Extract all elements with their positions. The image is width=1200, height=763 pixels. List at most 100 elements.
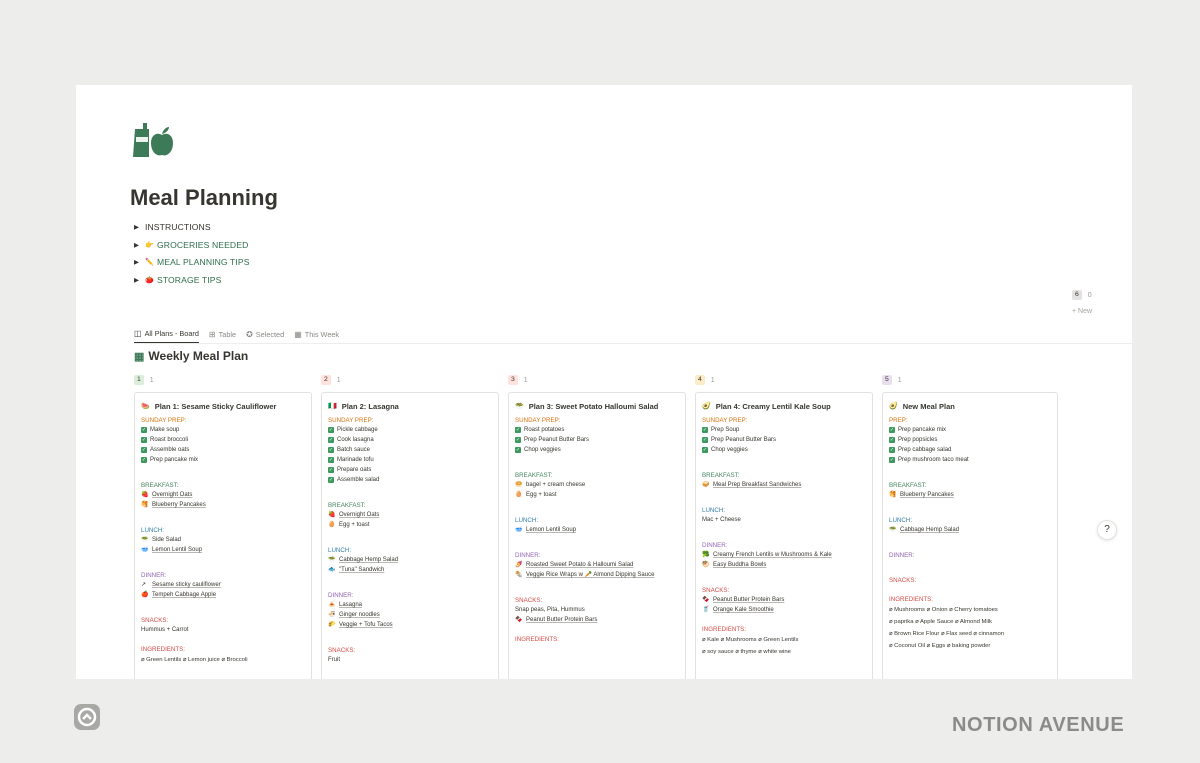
- meal-link[interactable]: 🍓 Overnight Oats: [328, 510, 492, 520]
- meal-link[interactable]: 🐟 "Tuna" Sandwich: [328, 565, 492, 575]
- board-column-2: 2 1 🇮🇹 Plan 2: Lasagna SUNDAY PREP: ✓ Pickle c…: [321, 373, 499, 679]
- meal-link[interactable]: 🍎 Tempeh Cabbage Apple: [141, 590, 305, 600]
- checkbox-checked-icon[interactable]: ✓: [328, 447, 334, 453]
- meal-link[interactable]: 🥦 Creamy French Lentils w Mushrooms & Kal…: [702, 550, 866, 560]
- snacks-label: SNACKS:: [515, 597, 543, 604]
- meal-link[interactable]: 🍜 Ginger noodles: [328, 610, 492, 620]
- prep-item: ✓ Prep pancake mix: [889, 425, 1051, 435]
- meal-link[interactable]: 🥪 Meal Prep Breakfast Sandwiches: [702, 480, 866, 490]
- checkbox-checked-icon[interactable]: ✓: [328, 427, 334, 433]
- meal-link-text: Ginger noodles: [339, 612, 380, 618]
- prep-text: Chop veggies: [711, 447, 748, 453]
- meal-link[interactable]: 🥤 Orange Kale Smoothie: [702, 605, 866, 615]
- ingredients-line: ⌀ Coconut Oil ⌀ Eggs ⌀ baking powder: [889, 643, 991, 649]
- checkbox-checked-icon[interactable]: ✓: [889, 457, 895, 463]
- meal-link-text: Veggie Rice Wraps w 🥕 Almond Dipping Sau…: [526, 572, 655, 578]
- board-column-3: 3 1 🥗 Plan 3: Sweet Potato Halloumi Salad SU…: [508, 373, 686, 679]
- ingredients-label: INGREDIENTS:: [515, 636, 560, 643]
- meal-link: 🥚 Egg + toast: [515, 490, 679, 500]
- meal-link[interactable]: 🥣 Lemon Lentil Soup: [515, 525, 679, 535]
- meal-plan-card[interactable]: 🇮🇹 Plan 2: Lasagna SUNDAY PREP: ✓ Pickle cab…: [321, 392, 499, 679]
- meal-link[interactable]: 🥞 Blueberry Pancakes: [889, 490, 1051, 500]
- prep-text: Prep Peanut Butter Bars: [711, 437, 777, 443]
- checkbox-checked-icon[interactable]: ✓: [141, 457, 147, 463]
- ingredients-line: ⌀ soy sauce ⌀ thyme ⌀ white wine: [702, 649, 791, 655]
- meal-link[interactable]: 🍫 Peanut Butter Protein Bars: [515, 615, 679, 625]
- prep-text: Prep popsicles: [898, 437, 938, 443]
- meal-plan-card[interactable]: 🥗 Plan 3: Sweet Potato Halloumi Salad SUND…: [508, 392, 686, 679]
- checkbox-checked-icon[interactable]: ✓: [328, 457, 334, 463]
- checkbox-checked-icon[interactable]: ✓: [328, 467, 334, 473]
- card-title[interactable]: 🥑 New Meal Plan: [889, 400, 1051, 412]
- meal-link[interactable]: 🌮 Veggie + Tofu Tacos: [328, 620, 492, 630]
- snacks-label: SNACKS:: [141, 617, 169, 624]
- lunch-label: LUNCH:: [141, 527, 165, 534]
- checkbox-checked-icon[interactable]: ✓: [141, 447, 147, 453]
- meal-link[interactable]: 🥗 Cabbage Hemp Salad: [328, 555, 492, 565]
- checkbox-checked-icon[interactable]: ✓: [141, 437, 147, 443]
- meal-link[interactable]: 🍫 Peanut Butter Protein Bars: [702, 595, 866, 605]
- meal-link-text: Overnight Oats: [339, 512, 380, 518]
- checkbox-checked-icon[interactable]: ✓: [141, 427, 147, 433]
- meal-link-text: Cabbage Hemp Salad: [900, 527, 960, 533]
- ingredients-label: INGREDIENTS:: [702, 626, 747, 633]
- meal-link[interactable]: 🥞 Blueberry Pancakes: [141, 500, 305, 510]
- meal-link[interactable]: 🥣 Lemon Lentil Soup: [141, 545, 305, 555]
- new-card-button[interactable]: + New: [1072, 308, 1092, 315]
- column-header: 41: [695, 373, 873, 387]
- board-column-6: 6 0 + New: [1072, 288, 1092, 315]
- column-header: 21: [321, 373, 499, 387]
- checkbox-checked-icon[interactable]: ✓: [515, 427, 521, 433]
- checkbox-checked-icon[interactable]: ✓: [515, 447, 521, 453]
- checkbox-checked-icon[interactable]: ✓: [702, 437, 708, 443]
- meal-plan-card[interactable]: 🥑 New Meal Plan PREP: ✓ Prep pancake mix ✓ Pre…: [882, 392, 1058, 679]
- meal-link[interactable]: 🌯 Veggie Rice Wraps w 🥕 Almond Dipping Sa…: [515, 570, 679, 580]
- meal-link[interactable]: 🥙 Easy Buddha Bowls: [702, 560, 866, 570]
- ingredients-line: ⌀ Kale ⌀ Mushrooms ⌀ Green Lentils: [702, 637, 799, 643]
- meal-link[interactable]: ↗ Sesame sticky cauliflower: [141, 580, 305, 590]
- meal-link[interactable]: 🍝 Lasagna: [328, 600, 492, 610]
- meal-link[interactable]: 🥗 Cabbage Hemp Salad: [889, 525, 1051, 535]
- breakfast-label: BREAKFAST:: [702, 472, 740, 479]
- meal-link[interactable]: 🍠 Roasted Sweet Potato & Halloumi Salad: [515, 560, 679, 570]
- checkbox-checked-icon[interactable]: ✓: [515, 437, 521, 443]
- column-count: 1: [897, 376, 902, 384]
- meal-link-text: Lemon Lentil Soup: [526, 527, 577, 533]
- card-title[interactable]: 🇮🇹 Plan 2: Lasagna: [328, 400, 492, 412]
- checkbox-checked-icon[interactable]: ✓: [328, 437, 334, 443]
- checkbox-checked-icon[interactable]: ✓: [889, 437, 895, 443]
- card-title[interactable]: 🥑 Plan 4: Creamy Lentil Kale Soup: [702, 400, 866, 412]
- help-button[interactable]: ?: [1097, 520, 1117, 540]
- breakfast-label: BREAKFAST:: [889, 482, 927, 489]
- food-emoji-icon: 🍫: [515, 617, 523, 623]
- checkbox-checked-icon[interactable]: ✓: [889, 427, 895, 433]
- food-emoji-icon: 🥚: [515, 492, 523, 498]
- meal-plan-card[interactable]: 🍉 Plan 1: Sesame Sticky Cauliflower SUNDAY…: [134, 392, 312, 679]
- meal-link[interactable]: 🍓 Overnight Oats: [141, 490, 305, 500]
- food-emoji-icon: 🥣: [141, 547, 149, 553]
- lunch-text: Mac + Cheese: [702, 517, 741, 523]
- checkbox-checked-icon[interactable]: ✓: [702, 447, 708, 453]
- card-title[interactable]: 🥗 Plan 3: Sweet Potato Halloumi Salad: [515, 400, 679, 412]
- checkbox-checked-icon[interactable]: ✓: [702, 427, 708, 433]
- prep-item: ✓ Prep mushroom taco meat: [889, 455, 1051, 465]
- checkbox-checked-icon[interactable]: ✓: [889, 447, 895, 453]
- card-emoji-icon: 🇮🇹: [328, 403, 337, 410]
- meal-plan-card[interactable]: 🥑 Plan 4: Creamy Lentil Kale Soup SUNDAY P…: [695, 392, 873, 679]
- card-title[interactable]: 🍉 Plan 1: Sesame Sticky Cauliflower: [141, 400, 305, 412]
- meal-link-text: Side Salad: [152, 537, 182, 543]
- meal-link-text: Peanut Butter Protein Bars: [713, 597, 785, 603]
- food-emoji-icon: 🥞: [889, 492, 897, 498]
- column-number: 2: [321, 375, 331, 385]
- prep-item: ✓ Chop veggies: [702, 445, 866, 455]
- food-emoji-icon: 🌯: [515, 572, 523, 578]
- checkbox-checked-icon[interactable]: ✓: [328, 477, 334, 483]
